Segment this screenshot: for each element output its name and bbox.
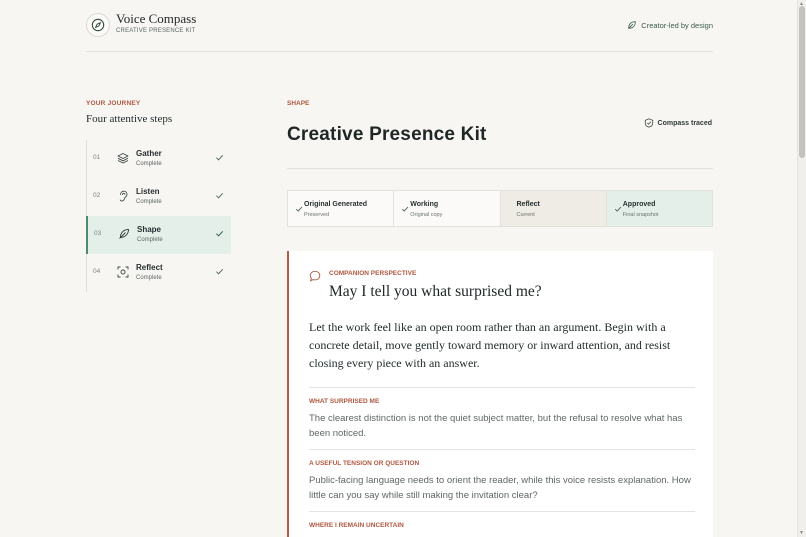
companion-card: COMPANION PERSPECTIVE May I tell you wha… — [287, 251, 713, 537]
step-status: Complete — [136, 199, 162, 205]
step-number: 04 — [93, 268, 101, 275]
compass-traced-badge: Compass traced — [644, 118, 712, 128]
surprise-block: WHAT SURPRISED ME The clearest distincti… — [309, 387, 695, 441]
check-icon — [216, 269, 224, 275]
step-status: Complete — [137, 237, 163, 243]
check-icon — [295, 206, 303, 212]
section-label: SHAPE — [287, 100, 310, 107]
tagline: Creator-led by design — [627, 20, 713, 30]
check-icon — [216, 155, 224, 161]
tile-title: Working — [410, 201, 439, 208]
step-list: 01 Gather Complete 02 Listen Complete 03… — [86, 140, 231, 292]
tile-original-generated[interactable]: Original Generated Preserved — [288, 191, 395, 226]
shield-check-icon — [644, 118, 653, 128]
divider — [287, 168, 713, 169]
version-tiles: Original Generated Preserved Working Ori… — [287, 190, 713, 227]
tile-working[interactable]: Working Original copy — [394, 191, 501, 226]
app-title: Voice Compass — [116, 11, 197, 26]
step-shape[interactable]: 03 Shape Complete — [86, 216, 231, 254]
check-icon — [216, 193, 224, 199]
app-subtitle: CREATIVE PRESENCE KIT — [116, 28, 196, 34]
tile-subtitle: Original copy — [410, 212, 443, 218]
journey-title: Four attentive steps — [86, 113, 173, 125]
step-status: Complete — [136, 161, 162, 167]
app-header: Voice Compass CREATIVE PRESENCE KIT Crea… — [86, 10, 713, 52]
speech-bubble-icon — [309, 270, 321, 282]
uncertain-block: WHERE I REMAIN UNCERTAIN — [309, 511, 695, 536]
scroll-thumb[interactable] — [799, 6, 805, 158]
step-status: Complete — [136, 275, 162, 281]
journey-label: YOUR JOURNEY — [86, 100, 141, 107]
step-number: 03 — [94, 230, 102, 237]
tile-reflect[interactable]: Reflect Current — [500, 191, 607, 226]
block-label: WHERE I REMAIN UNCERTAIN — [309, 522, 404, 529]
check-icon — [216, 231, 224, 237]
card-label: COMPANION PERSPECTIVE — [329, 270, 417, 277]
block-label: WHAT SURPRISED ME — [309, 398, 380, 405]
check-icon — [614, 206, 621, 212]
step-name: Shape — [137, 225, 162, 234]
scroll-down-arrow-icon[interactable]: ▼ — [799, 530, 804, 536]
page-title: Creative Presence Kit — [287, 124, 487, 145]
compass-logo-icon[interactable] — [86, 13, 110, 37]
tension-block: A USEFUL TENSION OR QUESTION Public-faci… — [309, 449, 695, 503]
layers-icon — [117, 153, 129, 164]
tile-title: Reflect — [516, 201, 540, 208]
tile-approved[interactable]: Approved Final snapshot — [606, 191, 712, 226]
tile-title: Approved — [622, 201, 656, 208]
step-reflect[interactable]: 04 Reflect Complete — [86, 254, 231, 292]
page-scrollbar[interactable]: ▲ ▼ — [797, 0, 806, 537]
step-gather[interactable]: 01 Gather Complete — [86, 140, 231, 178]
focus-icon — [117, 266, 129, 278]
leaf-icon — [628, 21, 637, 29]
feather-icon — [119, 229, 129, 239]
step-name: Listen — [136, 187, 160, 196]
step-name: Reflect — [136, 263, 163, 272]
block-text: The clearest distinction is not the quie… — [309, 413, 683, 439]
traced-text: Compass traced — [657, 119, 712, 127]
step-number: 01 — [93, 154, 101, 161]
block-text: Public-facing language needs to orient t… — [309, 475, 691, 501]
card-body: Let the work feel like an open room rath… — [309, 320, 671, 370]
step-number: 02 — [93, 192, 101, 199]
tile-subtitle: Final snapshot — [622, 212, 659, 218]
step-listen[interactable]: 02 Listen Complete — [86, 178, 231, 216]
block-label: A USEFUL TENSION OR QUESTION — [309, 460, 420, 467]
tile-subtitle: Preserved — [304, 212, 330, 218]
card-question: May I tell you what surprised me? — [329, 283, 542, 300]
ear-icon — [119, 190, 128, 202]
step-name: Gather — [136, 149, 162, 158]
tile-title: Original Generated — [304, 201, 368, 208]
check-icon — [402, 206, 409, 212]
tile-subtitle: Current — [516, 212, 535, 218]
tagline-text: Creator-led by design — [641, 20, 713, 30]
